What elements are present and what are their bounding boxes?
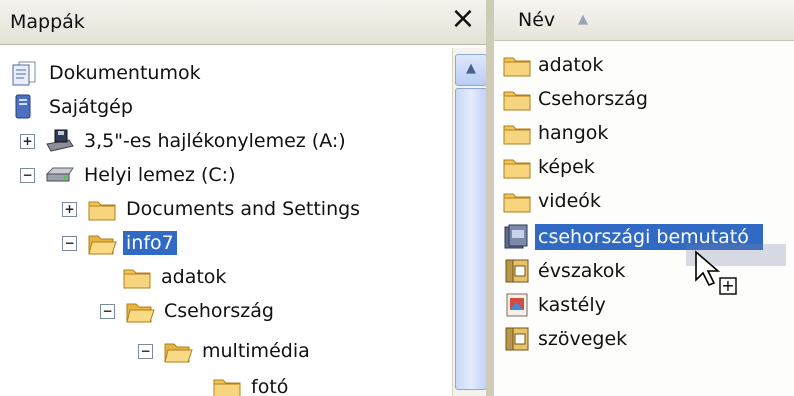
folder-icon [503, 159, 531, 179]
tree-item-label: multimédia [202, 340, 310, 362]
file-item-videok[interactable]: videók [502, 184, 604, 218]
collapse-toggle[interactable]: − [62, 235, 77, 251]
folders-pane-header: Mappák × [0, 0, 486, 45]
folder-icon [503, 57, 531, 77]
expand-toggle[interactable]: + [20, 133, 35, 149]
tree-item-label: adatok [161, 266, 227, 288]
tree-item-dokumentumok[interactable]: Dokumentumok [10, 56, 204, 90]
expand-toggle[interactable]: + [62, 201, 77, 217]
file-item-label: videók [538, 190, 601, 212]
tree-item-label-selected: info7 [123, 231, 177, 255]
file-item-label: hangok [538, 122, 609, 144]
folder-icon [213, 379, 241, 396]
file-item-kepek[interactable]: képek [502, 150, 598, 184]
folder-tree-scrollbar[interactable]: ▲ [452, 48, 487, 396]
folders-pane: Mappák × Dokumentumok Sajátgép + 3,5"-es… [0, 0, 487, 396]
files-column-header: Név ▲ [494, 0, 794, 41]
hard-drive-icon [45, 167, 74, 182]
tree-item-foto[interactable]: fotó [212, 370, 291, 396]
tree-item-label: Dokumentumok [49, 62, 201, 84]
folders-pane-title: Mappák [10, 11, 85, 33]
collapse-toggle[interactable]: − [20, 167, 35, 183]
tree-item-label: Sajátgép [49, 96, 133, 118]
open-folder-icon [164, 343, 193, 363]
folder-icon [503, 193, 531, 213]
scroll-thumb[interactable] [455, 88, 487, 390]
file-item-evszakok[interactable]: évszakok [502, 254, 628, 288]
pane-splitter[interactable] [486, 0, 494, 396]
archive-file-icon [505, 327, 529, 351]
tree-item-sajatgep[interactable]: Sajátgép [10, 90, 136, 124]
tree-item-label: Documents and Settings [126, 198, 361, 220]
file-item-szovegek[interactable]: szövegek [502, 322, 630, 356]
tree-item-info7[interactable]: − info7 [62, 226, 177, 260]
tree-item-documents-and-settings[interactable]: + Documents and Settings [62, 192, 363, 226]
folder-icon [503, 125, 531, 145]
file-list: adatok Csehország hangok képek videók cs… [494, 40, 794, 396]
open-folder-icon [126, 303, 155, 323]
explorer-window: Mappák × Dokumentumok Sajátgép + 3,5"-es… [0, 0, 794, 396]
folder-tree: Dokumentumok Sajátgép + 3,5"-es hajlékon… [0, 44, 452, 396]
copy-cursor-icon: + [695, 250, 737, 295]
file-item-label: szövegek [538, 328, 628, 350]
tree-item-floppy-drive[interactable]: + 3,5"-es hajlékonylemez (A:) [20, 124, 349, 158]
file-item-label: évszakok [538, 260, 626, 282]
floppy-drive-icon [46, 129, 74, 152]
file-item-adatok[interactable]: adatok [502, 48, 606, 82]
scroll-up-button[interactable]: ▲ [455, 54, 487, 86]
tree-item-label: fotó [251, 376, 289, 396]
tree-item-csehorszag[interactable]: − Csehország [100, 294, 277, 328]
tree-item-multimedia[interactable]: − multimédia [138, 334, 313, 368]
tree-item-label: Helyi lemez (C:) [84, 164, 236, 186]
open-folder-icon [88, 235, 117, 255]
copy-badge: + [721, 276, 734, 295]
file-item-csehorszag[interactable]: Csehország [502, 82, 651, 116]
computer-icon [15, 94, 31, 119]
column-header-name[interactable]: Név [518, 9, 555, 31]
presentation-file-icon [504, 224, 528, 249]
tree-item-local-disk-c[interactable]: − Helyi lemez (C:) [20, 158, 239, 192]
tree-item-label: Csehország [164, 300, 274, 322]
tree-item-label: 3,5"-es hajlékonylemez (A:) [84, 130, 346, 152]
archive-file-icon [505, 259, 529, 283]
file-item-hangok[interactable]: hangok [502, 116, 611, 150]
folder-icon [123, 269, 151, 289]
collapse-toggle[interactable]: − [100, 303, 115, 319]
collapse-toggle[interactable]: − [138, 343, 153, 359]
file-item-label: képek [538, 156, 595, 178]
folder-icon [503, 91, 531, 111]
file-item-kastely[interactable]: kastély [502, 288, 609, 322]
folder-icon [88, 201, 116, 221]
file-item-label: Csehország [538, 88, 648, 110]
files-pane: Név ▲ adatok Csehország hangok képek vid… [494, 0, 794, 396]
file-item-label: adatok [538, 54, 604, 76]
tree-item-adatok[interactable]: adatok [122, 260, 229, 294]
sort-ascending-icon: ▲ [578, 12, 588, 27]
image-file-icon [506, 293, 528, 317]
documents-icon [12, 61, 36, 86]
file-item-label: kastély [538, 294, 606, 316]
close-pane-button[interactable]: × [444, 2, 482, 40]
